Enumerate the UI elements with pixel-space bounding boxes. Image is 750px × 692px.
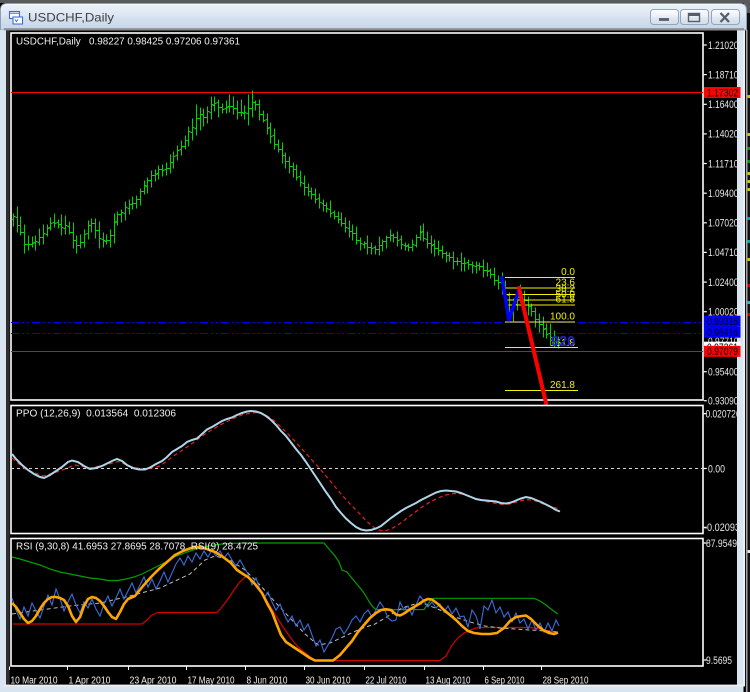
svg-text:23 Apr 2010: 23 Apr 2010 — [130, 676, 177, 687]
svg-text:920: 920 — [551, 334, 575, 350]
svg-text:PPO (12,26,9) 0.013564 0.012: PPO (12,26,9) 0.013564 0.012306 — [16, 409, 176, 420]
svg-text:28 Sep 2010: 28 Sep 2010 — [543, 676, 589, 687]
svg-text:17 May 2010: 17 May 2010 — [188, 676, 235, 687]
svg-text:0.97079: 0.97079 — [707, 346, 738, 358]
svg-text:1.18710: 1.18710 — [708, 69, 739, 81]
svg-text:1.11710: 1.11710 — [708, 158, 739, 170]
svg-text:0.98416: 0.98416 — [707, 327, 738, 339]
svg-text:261.8: 261.8 — [550, 380, 575, 391]
svg-text:1.17302: 1.17302 — [707, 87, 738, 99]
svg-text:13 Aug 2010: 13 Aug 2010 — [426, 676, 471, 687]
svg-text:1.07020: 1.07020 — [708, 218, 739, 230]
svg-text:8 Jun 2010: 8 Jun 2010 — [247, 676, 288, 687]
svg-text:USDCHF,Daily 0.98227 0.98425: USDCHF,Daily 0.98227 0.98425 0.97206 0.9… — [16, 37, 240, 48]
svg-text:1.02400: 1.02400 — [708, 277, 739, 289]
svg-text:USDCHF,Daily: USDCHF,Daily — [28, 11, 114, 25]
svg-text:0.020726: 0.020726 — [706, 408, 741, 420]
svg-text:0.0: 0.0 — [561, 267, 575, 278]
svg-text:30 Jun 2010: 30 Jun 2010 — [306, 676, 351, 687]
svg-text:10 Mar 2010: 10 Mar 2010 — [11, 676, 58, 687]
svg-text:0.93090: 0.93090 — [708, 396, 739, 408]
svg-text:9.5695: 9.5695 — [706, 655, 732, 667]
svg-text:0.95400: 0.95400 — [708, 367, 739, 379]
svg-text:-0.02093: -0.02093 — [704, 522, 740, 534]
svg-text:1.21020: 1.21020 — [708, 40, 739, 52]
svg-text:1.04710: 1.04710 — [708, 247, 739, 259]
svg-text:1.16400: 1.16400 — [708, 99, 739, 111]
svg-text:0.00: 0.00 — [708, 463, 725, 475]
svg-text:1.09400: 1.09400 — [708, 188, 739, 200]
svg-text:6 Sep 2010: 6 Sep 2010 — [485, 676, 525, 687]
svg-text:61.8: 61.8 — [556, 295, 576, 306]
svg-text:1.14020: 1.14020 — [708, 129, 739, 141]
svg-text:22 Jul 2010: 22 Jul 2010 — [366, 676, 407, 687]
svg-text:87.9549: 87.9549 — [706, 538, 737, 550]
svg-text:100.0: 100.0 — [550, 312, 575, 323]
svg-text:1 Apr 2010: 1 Apr 2010 — [69, 676, 111, 687]
svg-text:RSI (9,30,8) 41.6953 27.8695 2: RSI (9,30,8) 41.6953 27.8695 28.7078 RSI… — [16, 542, 258, 553]
